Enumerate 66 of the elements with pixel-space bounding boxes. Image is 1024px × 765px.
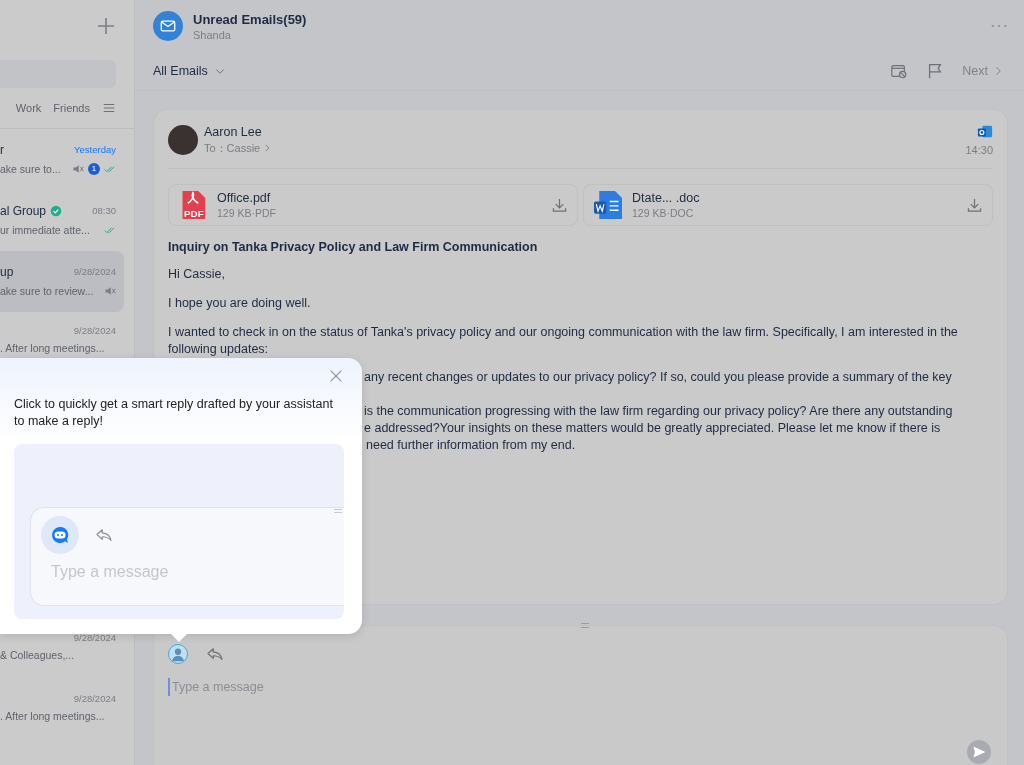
avatar-photo xyxy=(168,125,198,155)
body-text-line: e addressed?Your insights on these matters would be greatly appreciated. Please let me know if there is xyxy=(364,420,941,437)
next-button[interactable]: Next xyxy=(962,64,1004,78)
send-icon xyxy=(971,744,987,760)
more-icon[interactable] xyxy=(990,23,1008,29)
close-icon[interactable] xyxy=(330,370,342,382)
word-file-icon xyxy=(594,191,622,219)
download-icon[interactable] xyxy=(552,197,567,213)
conversation-date: 9/28/2024 xyxy=(73,266,116,277)
filter-dropdown[interactable]: All Emails xyxy=(153,64,226,78)
download-icon[interactable] xyxy=(967,197,982,213)
avatar-icon[interactable] xyxy=(168,644,188,664)
reply-icon[interactable] xyxy=(95,528,113,542)
conversation-date: 08:30 xyxy=(92,205,116,216)
body-paragraph: I hope you are doing well. xyxy=(168,295,312,312)
message-preview: . After long meetings... xyxy=(0,710,105,722)
mail-app-icon xyxy=(977,124,993,140)
reply-icon[interactable] xyxy=(206,647,224,661)
conversation-date: 9/28/2024 xyxy=(73,632,116,643)
robot-chat-icon[interactable] xyxy=(41,516,79,554)
conversation-date: 9/28/2024 xyxy=(73,693,116,704)
conversation-title: up xyxy=(0,264,14,279)
tip-message: Click to quickly get a smart reply drafted by your assistant to make a reply! xyxy=(14,396,334,430)
add-icon[interactable] xyxy=(96,16,116,36)
recipient-link[interactable]: To：Cassie xyxy=(204,140,273,156)
conversation-date: 9/28/2024 xyxy=(73,325,116,336)
message-preview: ake sure to... xyxy=(0,162,61,175)
unread-count: 1 xyxy=(88,162,100,175)
mail-icon xyxy=(153,11,183,41)
flag-icon[interactable] xyxy=(926,62,945,80)
conversation-date: Yesterday xyxy=(74,144,116,155)
conversation-item[interactable]: r Yesterday ake sure to... 1 xyxy=(0,129,124,190)
message-preview: . After long meetings... xyxy=(0,342,105,354)
file-name: Dtate... .doc xyxy=(632,191,700,205)
body-paragraph: Hi Cassie, xyxy=(168,266,226,283)
body-text-line: need further information from my end. xyxy=(366,437,576,454)
category-tab[interactable]: Work xyxy=(15,102,42,114)
menu-icon[interactable] xyxy=(102,101,116,115)
account-name: Shanda xyxy=(193,28,232,41)
conversation-title: al Group xyxy=(0,203,47,218)
file-size: 129 KB·PDF xyxy=(217,207,276,219)
email-subject: Inquiry on Tanka Privacy Policy and Law Firm Communication xyxy=(168,240,539,254)
category-tab[interactable]: Friends xyxy=(53,102,90,114)
conversation-item[interactable]: up 9/28/2024 ake sure to review... xyxy=(0,251,124,312)
attachment-card[interactable]: PDF Office.pdf 129 KB·PDF xyxy=(168,184,578,226)
conversation-title: r xyxy=(0,142,4,157)
drag-handle-icon[interactable] xyxy=(580,623,589,628)
body-text-line: is the communication progressing with the law firm regarding our privacy policy? Are there any outstanding xyxy=(364,403,953,420)
attachment-card[interactable]: Dtate... .doc 129 KB·DOC xyxy=(583,184,993,226)
body-paragraph: I wanted to check in on the status of Tanka's privacy policy and our ongoing communication with the law firm. Specifically, I am interested in the following updates: xyxy=(168,324,959,358)
message-preview: ur immediate atte... xyxy=(0,223,90,236)
message-preview: & Colleagues,... xyxy=(0,649,75,661)
send-button[interactable] xyxy=(967,740,991,764)
email-time: 14:30 xyxy=(965,144,993,156)
conversation-item[interactable]: 9/28/2024 . After long meetings... xyxy=(0,678,124,739)
message-input[interactable]: Type a message xyxy=(168,678,474,696)
body-text-line: any recent changes or updates to our privacy policy? If so, could you please provide a summary of the key xyxy=(364,369,952,386)
file-size: 129 KB·DOC xyxy=(632,207,695,219)
verified-icon xyxy=(50,204,63,217)
sender-name: Aaron Lee xyxy=(204,124,263,139)
blocked-card-icon[interactable] xyxy=(890,62,909,80)
file-name: Office.pdf xyxy=(217,191,272,205)
popover-pointer xyxy=(171,634,187,642)
message-preview: ake sure to review... xyxy=(0,284,94,297)
conversation-item[interactable]: al Group 08:30 ur immediate atte... xyxy=(0,190,124,251)
window-title: Unread Emails(59) xyxy=(193,11,307,27)
